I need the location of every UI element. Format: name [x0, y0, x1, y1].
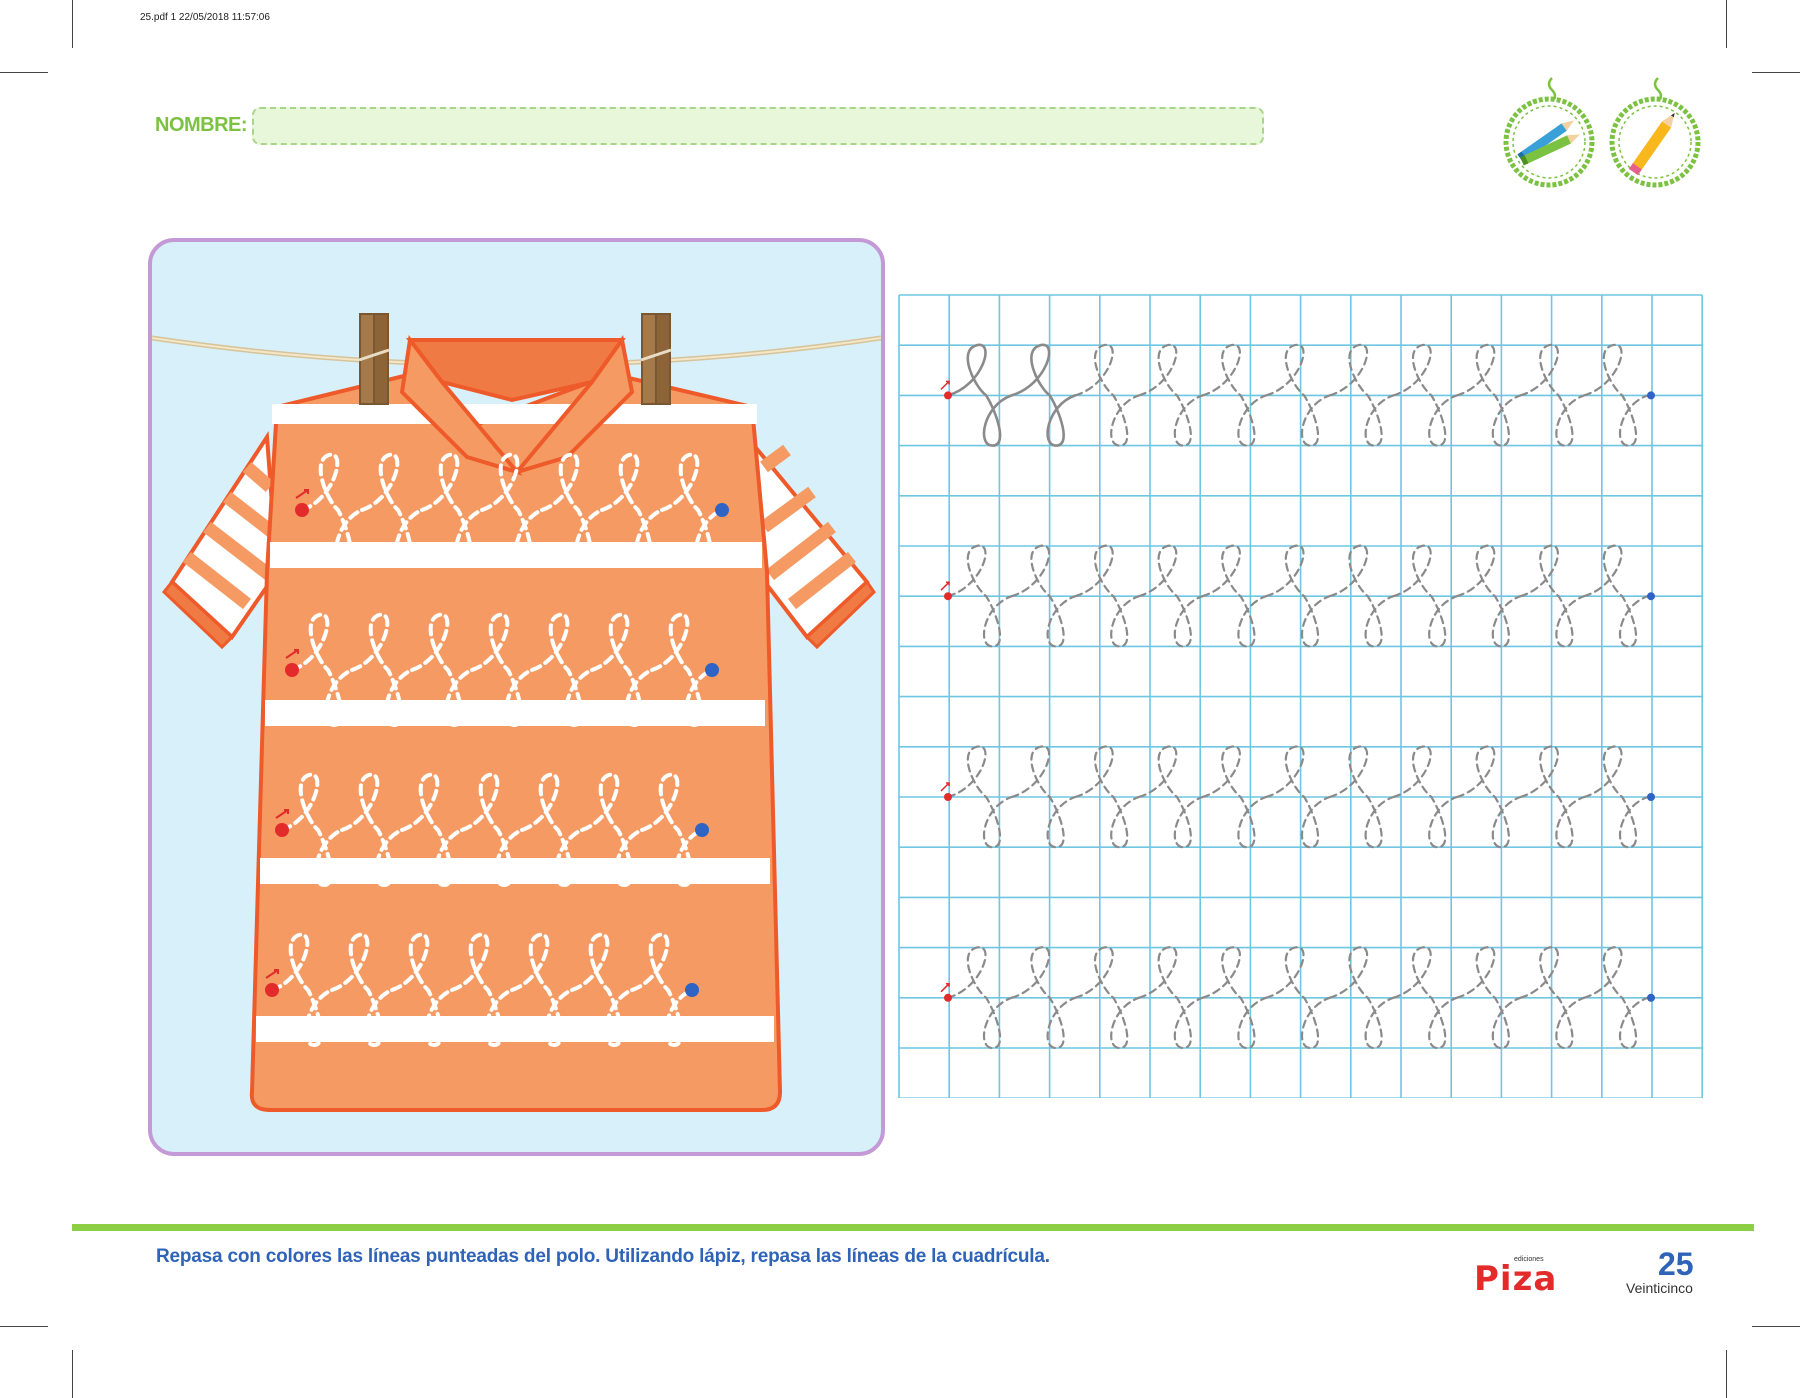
start-arrow [940, 581, 950, 591]
end-dot [715, 503, 729, 517]
clothespin-right [640, 313, 672, 405]
start-dot [265, 983, 279, 997]
crop-mark [1726, 1350, 1727, 1398]
crop-mark [1752, 72, 1800, 73]
end-dot [685, 983, 699, 997]
shirt-illustration [152, 313, 881, 1112]
start-dot [944, 793, 952, 801]
crop-mark [0, 72, 48, 73]
crop-mark [1726, 0, 1727, 48]
crop-mark [1752, 1326, 1800, 1327]
end-dot [1647, 592, 1655, 601]
print-info: 25.pdf 1 22/05/2018 11:57:06 [140, 12, 270, 23]
publisher-logo: ediciones Piza [1474, 1256, 1558, 1299]
page-number: 25 [1658, 1246, 1694, 1282]
start-dot [944, 993, 952, 1002]
colored-pencils-icon [1503, 77, 1595, 188]
start-arrow [940, 983, 950, 993]
page-word: Veinticinco [1626, 1280, 1693, 1296]
tracing-grid[interactable] [898, 294, 1703, 1098]
name-label: NOMBRE: [155, 114, 248, 136]
name-input[interactable] [252, 107, 1264, 145]
end-dot [1647, 391, 1655, 400]
start-arrow [940, 380, 950, 390]
clothespin-left [358, 313, 390, 405]
start-dot [275, 823, 289, 837]
end-dot [1647, 993, 1655, 1002]
shirt-panel [148, 238, 885, 1156]
end-dot [1647, 793, 1655, 801]
pencil-icon [1609, 77, 1701, 188]
crop-mark [72, 0, 73, 48]
crop-mark [72, 1350, 73, 1398]
start-dot [285, 663, 299, 677]
start-dot [944, 391, 952, 400]
start-arrow [940, 782, 950, 792]
logo-main-text: Piza [1474, 1259, 1558, 1299]
end-dot [695, 823, 709, 837]
start-dot [944, 592, 952, 601]
end-dot [705, 663, 719, 677]
footer-divider [72, 1224, 1754, 1231]
start-dot [295, 503, 309, 517]
crop-mark [0, 1326, 48, 1327]
instructions-text: Repasa con colores las líneas punteadas … [156, 1246, 1050, 1267]
